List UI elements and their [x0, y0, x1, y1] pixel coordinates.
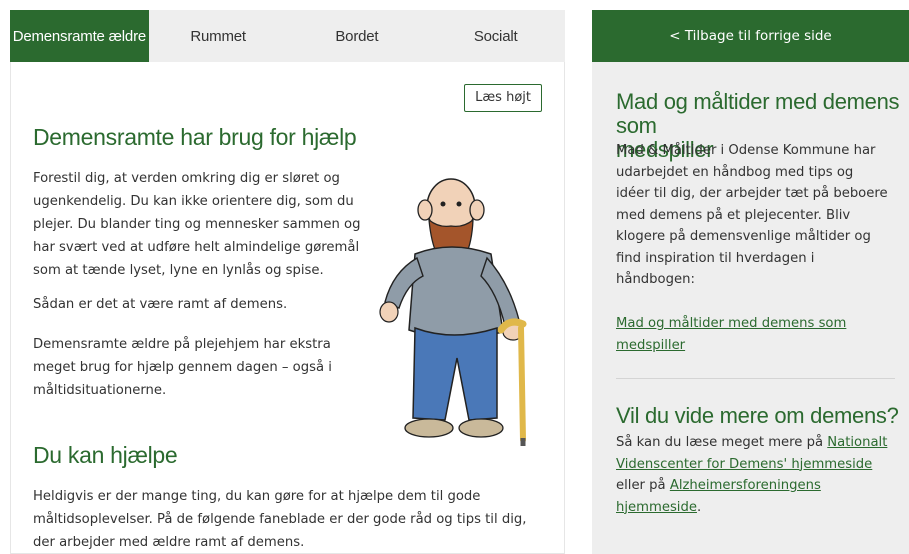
- back-button[interactable]: < Tilbage til forrige side: [592, 10, 909, 62]
- text-line: Forestil dig, at verden omkring dig er s…: [33, 171, 340, 186]
- text-line: meget brug for hjælp gennem dagen – også…: [33, 360, 332, 375]
- handbook-link[interactable]: Mad og måltider med demens som medspille…: [616, 313, 901, 356]
- alzheimersforeningen-link[interactable]: Alzheimersforeningens: [670, 478, 821, 493]
- text-line: der arbejder med ældre ramt af demens.: [33, 535, 305, 550]
- title-line: Mad og måltider med demens som: [616, 89, 900, 138]
- text-line: som at tænde lyset, lyne en lynlås og sp…: [33, 263, 324, 278]
- text-line: Mad & Måltider i Odense Kommune har: [616, 143, 876, 158]
- text-line: ugenkendelig. Du kan ikke orientere dig,…: [33, 194, 354, 209]
- text-fragment: .: [696, 499, 702, 515]
- text-line: Så kan du læse meget mere på Nationalt: [616, 432, 901, 454]
- intro-paragraph: Forestil dig, at verden omkring dig er s…: [33, 167, 360, 282]
- nationalt-videnscenter-link[interactable]: Nationalt: [827, 435, 887, 450]
- text-line: Videnscenter for Demens' hjemmeside: [616, 454, 901, 476]
- text-line: hjemmeside.: [616, 497, 901, 519]
- section-title-help: Demensramte har brug for hjælp: [33, 124, 357, 150]
- care-paragraph: Demensramte ældre på plejehjem har ekstr…: [33, 333, 332, 402]
- text-line: Heldigvis er der mange ting, du kan gøre…: [33, 489, 481, 504]
- sidebar-divider: [616, 378, 895, 379]
- read-aloud-button[interactable]: Læs højt: [464, 84, 542, 112]
- tab-bar: Demensramte ældre Rummet Bordet Socialt: [10, 10, 565, 62]
- text-line: udarbejdet en håndbog med tips og: [616, 164, 854, 180]
- sidebar: < Tilbage til forrige side Mad og måltid…: [592, 10, 909, 554]
- elderly-man-with-cane-illustration: [379, 178, 527, 446]
- sidebar-box2-text: Så kan du læse meget mere på Nationalt V…: [616, 432, 901, 518]
- tab-demensramte-aeldre[interactable]: Demensramte ældre: [10, 10, 149, 62]
- text-line: måltidsituationerne.: [33, 383, 167, 398]
- sidebar-box2-title: Vil du vide mere om demens?: [616, 403, 899, 428]
- tab-panel: Læs højt Demensramte har brug for hjælp …: [10, 62, 565, 554]
- handbook-link-line[interactable]: Mad og måltider med demens som: [616, 313, 901, 335]
- text-line: plejer. Du blander ting og mennesker sam…: [33, 217, 361, 232]
- main-content: Demensramte ældre Rummet Bordet Socialt …: [10, 10, 565, 554]
- dementia-statement: Sådan er det at være ramt af demens.: [33, 297, 288, 312]
- section-title-you-can-help: Du kan hjælpe: [33, 442, 178, 468]
- text-line: klogere på demensvenlige måltider og: [616, 229, 871, 244]
- handbook-link-line[interactable]: medspiller: [616, 335, 901, 357]
- text-line: håndbogen:: [616, 272, 695, 287]
- text-line: Demensramte ældre på plejehjem har ekstr…: [33, 337, 331, 352]
- text-line: idéer til dig, der arbejder tæt på beboe…: [616, 186, 888, 201]
- text-line: måltidsoplevelser. På de følgende fanebl…: [33, 512, 527, 527]
- sidebar-box1-text: Mad & Måltider i Odense Kommune har udar…: [616, 140, 901, 291]
- tab-bordet[interactable]: Bordet: [288, 10, 427, 62]
- text-fragment: eller på: [616, 478, 670, 493]
- alzheimersforeningen-link[interactable]: hjemmeside: [616, 500, 697, 515]
- help-paragraph: Heldigvis er der mange ting, du kan gøre…: [33, 485, 526, 554]
- tab-socialt[interactable]: Socialt: [426, 10, 565, 62]
- tab-rummet[interactable]: Rummet: [149, 10, 288, 62]
- text-line: har svært ved at udføre helt almindelige…: [33, 240, 360, 255]
- text-line: med demens på et plejecenter. Bliv: [616, 207, 851, 223]
- text-line: find inspiration til hverdagen i: [616, 250, 815, 266]
- text-line: eller på Alzheimersforeningens: [616, 475, 901, 497]
- text-fragment: Så kan du læse meget mere på: [616, 435, 828, 450]
- nationalt-videnscenter-link[interactable]: Videnscenter for Demens' hjemmeside: [616, 457, 872, 472]
